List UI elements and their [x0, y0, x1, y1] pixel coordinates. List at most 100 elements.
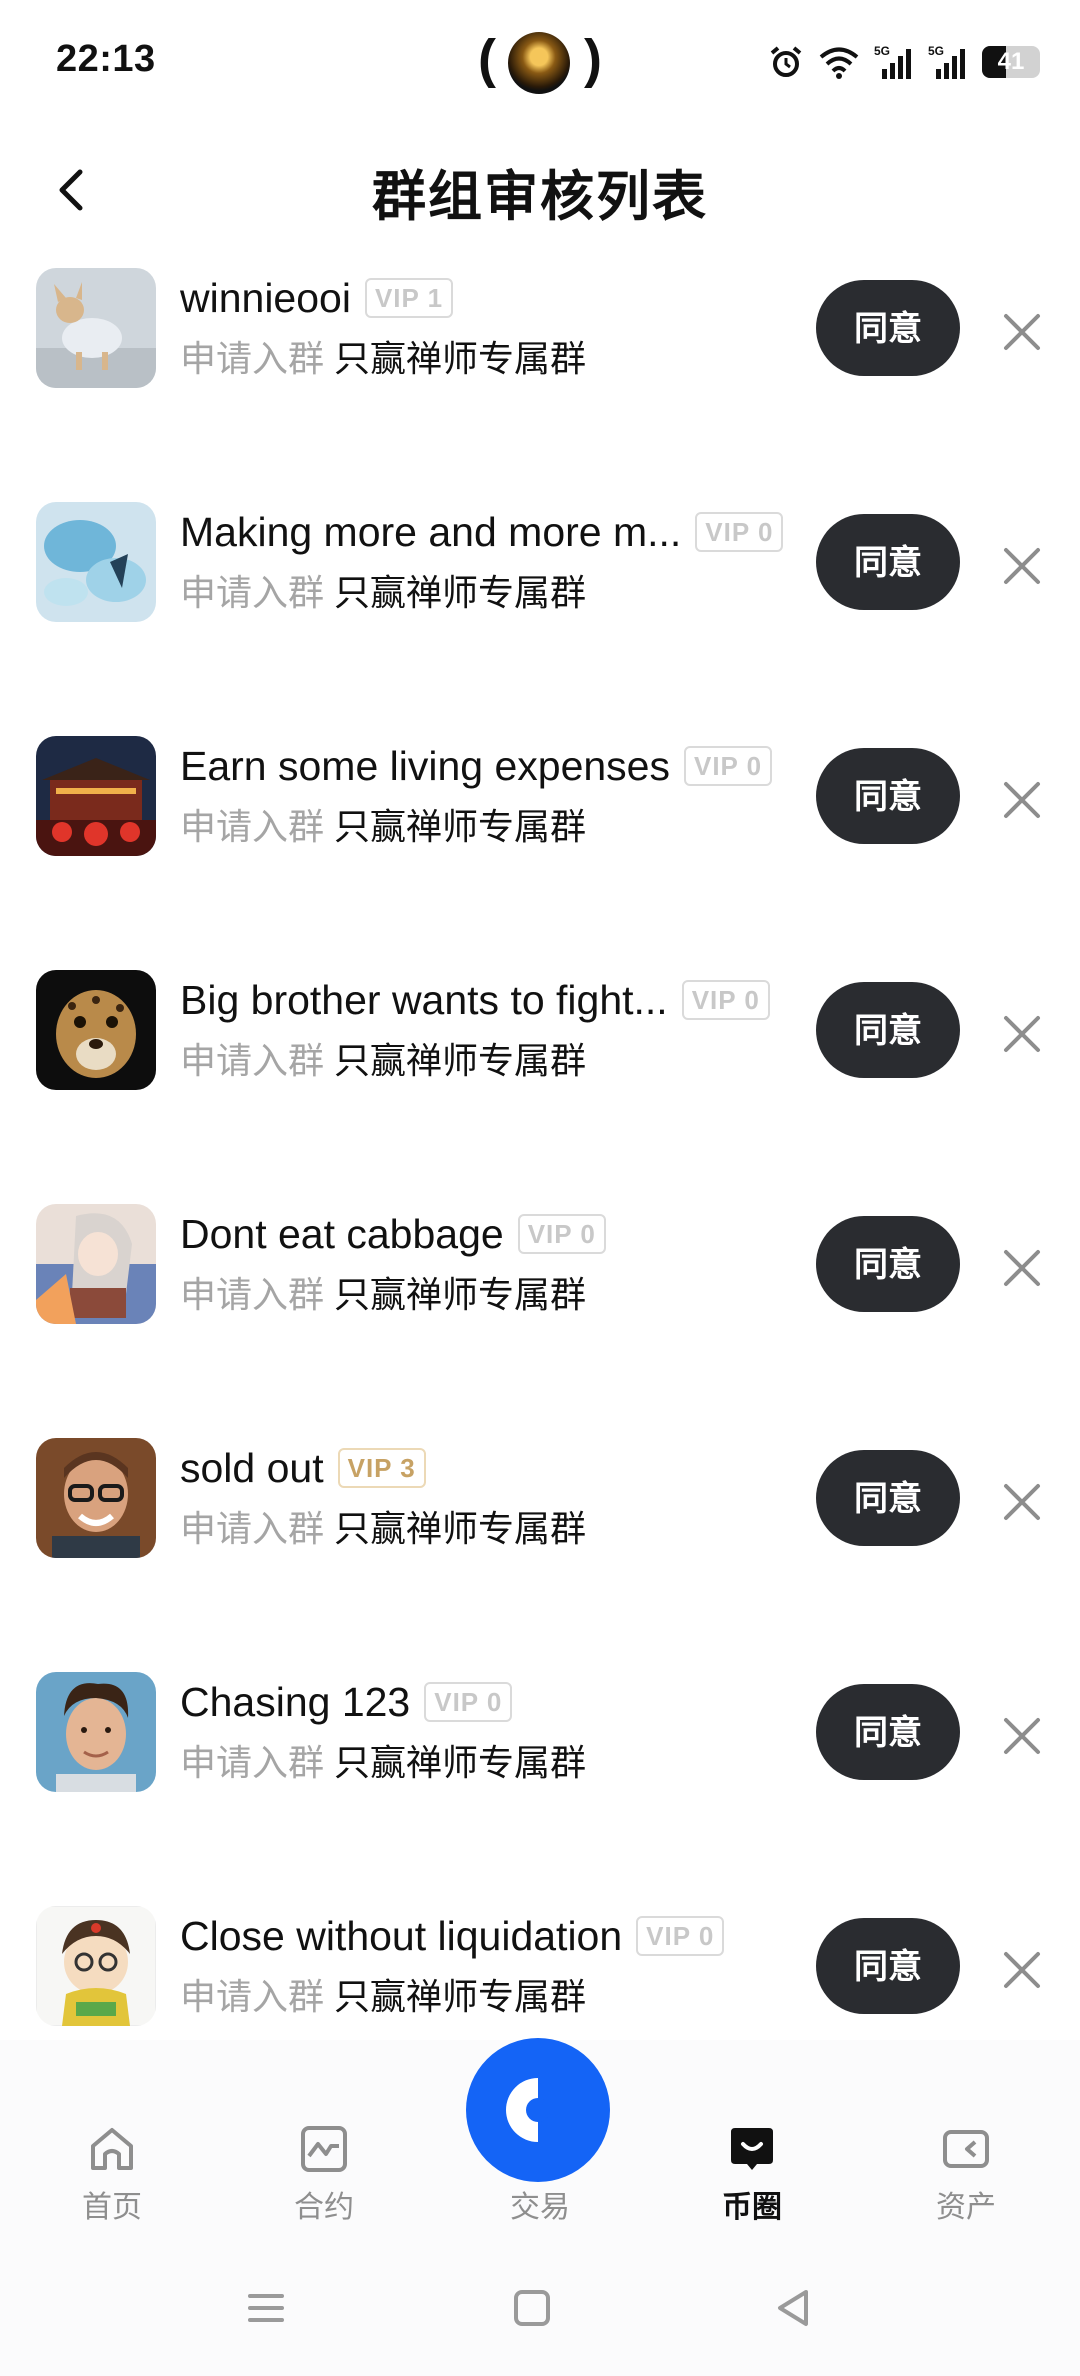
applicant-name[interactable]: sold out [180, 1445, 324, 1492]
reject-close-icon[interactable] [996, 1944, 1048, 1996]
request-info: 申请入群 只赢禅师专属群 [180, 564, 586, 616]
request-info: 申请入群 只赢禅师专属群 [180, 1968, 586, 2020]
list-item: Big brother wants to fight... VIP 0 申请入群… [0, 964, 1080, 1114]
vip-badge: VIP 0 [695, 512, 784, 552]
agree-button[interactable]: 同意 [816, 748, 960, 844]
reject-close-icon[interactable] [996, 306, 1048, 358]
request-info: 申请入群 只赢禅师专属群 [180, 330, 586, 382]
request-label: 申请入群 [180, 572, 325, 613]
home-icon [91, 2128, 133, 2170]
name-line: Close without liquidation VIP 0 [180, 1908, 820, 1964]
request-info: 申请入群 只赢禅师专属群 [180, 1734, 586, 1786]
agree-button[interactable]: 同意 [816, 1450, 960, 1546]
alarm-icon [770, 46, 802, 77]
request-label: 申请入群 [180, 1742, 325, 1783]
home-square-icon[interactable] [508, 2284, 556, 2332]
applicant-name[interactable]: Chasing 123 [180, 1679, 410, 1726]
header: 群组审核列表 [0, 130, 1080, 250]
agree-button[interactable]: 同意 [816, 514, 960, 610]
battery-level: 41 [997, 48, 1025, 75]
reject-close-icon[interactable] [996, 1476, 1048, 1528]
request-info: 申请入群 只赢禅师专属群 [180, 798, 586, 850]
request-label: 申请入群 [180, 806, 325, 847]
name-line: Making more and more m... VIP 0 [180, 504, 820, 560]
svg-text:5G: 5G [928, 44, 944, 58]
tab-home-label: 首页 [82, 2191, 142, 2224]
trade-button[interactable] [466, 2038, 610, 2182]
island-right-paren: ) [584, 29, 602, 89]
list-item: Dont eat cabbage VIP 0 申请入群 只赢禅师专属群 同意 [0, 1198, 1080, 1348]
group-name: 只赢禅师专属群 [334, 1742, 587, 1783]
name-line: Big brother wants to fight... VIP 0 [180, 972, 820, 1028]
reject-close-icon[interactable] [996, 1710, 1048, 1762]
vip-badge: VIP 0 [517, 1214, 606, 1254]
tab-home[interactable]: 首页 [32, 2124, 192, 2234]
tab-contract-label: 合约 [294, 2191, 354, 2224]
media-island[interactable]: ( ) [478, 28, 602, 96]
avatar[interactable] [36, 1438, 156, 1558]
avatar[interactable] [36, 1672, 156, 1792]
avatar[interactable] [36, 736, 156, 856]
vip-badge: VIP 3 [337, 1448, 426, 1488]
group-name: 只赢禅师专属群 [334, 1976, 587, 2017]
system-nav-bar [0, 2240, 1080, 2376]
applicant-name[interactable]: Close without liquidation [180, 1913, 622, 1960]
vip-badge: VIP 1 [364, 278, 454, 318]
agree-button[interactable]: 同意 [816, 1684, 960, 1780]
avatar[interactable] [36, 268, 156, 388]
applicant-name[interactable]: Dont eat cabbage [180, 1211, 504, 1258]
avatar[interactable] [36, 970, 156, 1090]
vip-badge: VIP 0 [424, 1682, 513, 1722]
name-line: Earn some living expenses VIP 0 [180, 738, 820, 794]
name-line: sold out VIP 3 [180, 1440, 820, 1496]
back-triangle-icon[interactable] [770, 2284, 818, 2332]
agree-button[interactable]: 同意 [816, 1216, 960, 1312]
tab-coin-circle[interactable]: 币圈 [672, 2124, 832, 2234]
applicant-name[interactable]: Making more and more m... [180, 509, 681, 556]
request-info: 申请入群 只赢禅师专属群 [180, 1032, 586, 1084]
vip-badge: VIP 0 [683, 746, 773, 786]
chat-bubble-icon [731, 2128, 773, 2170]
group-name: 只赢禅师专属群 [334, 572, 587, 613]
list-item: winnieooi VIP 1 申请入群 只赢禅师专属群 同意 [0, 262, 1080, 412]
name-line: Chasing 123 VIP 0 [180, 1674, 820, 1730]
avatar[interactable] [36, 502, 156, 622]
name-line: winnieooi VIP 1 [180, 270, 820, 326]
avatar[interactable] [36, 1204, 156, 1324]
tab-assets[interactable]: 资产 [886, 2124, 1046, 2234]
page-title: 群组审核列表 [372, 167, 708, 227]
media-artwork [508, 32, 570, 94]
group-name: 只赢禅师专属群 [334, 1274, 587, 1315]
tab-contract[interactable]: 合约 [244, 2124, 404, 2234]
agree-button[interactable]: 同意 [816, 1918, 960, 2014]
vip-badge: VIP 0 [681, 980, 770, 1020]
agree-button[interactable]: 同意 [816, 280, 960, 376]
tab-trade-label: 交易 [510, 2191, 570, 2224]
reject-close-icon[interactable] [996, 540, 1048, 592]
request-info: 申请入群 只赢禅师专属群 [180, 1500, 586, 1552]
request-label: 申请入群 [180, 338, 325, 379]
request-label: 申请入群 [180, 1976, 325, 2017]
reject-close-icon[interactable] [996, 774, 1048, 826]
avatar[interactable] [36, 1906, 156, 2026]
group-name: 只赢禅师专属群 [334, 806, 587, 847]
wallet-icon [943, 2130, 989, 2168]
reject-close-icon[interactable] [996, 1008, 1048, 1060]
applicant-name[interactable]: Earn some living expenses [180, 743, 670, 790]
list-item: sold out VIP 3 申请入群 只赢禅师专属群 同意 [0, 1432, 1080, 1582]
svg-text:5G: 5G [874, 44, 890, 58]
request-label: 申请入群 [180, 1508, 325, 1549]
agree-button[interactable]: 同意 [816, 982, 960, 1078]
reject-close-icon[interactable] [996, 1242, 1048, 1294]
applicant-name[interactable]: winnieooi [180, 275, 351, 322]
battery-icon: 41 [982, 46, 1040, 78]
list-item: Chasing 123 VIP 0 申请入群 只赢禅师专属群 同意 [0, 1666, 1080, 1816]
vip-badge: VIP 0 [636, 1916, 725, 1956]
status-icons: 5G 5G 41 [768, 40, 1040, 84]
request-label: 申请入群 [180, 1040, 325, 1081]
group-name: 只赢禅师专属群 [334, 338, 587, 379]
menu-icon[interactable] [242, 2284, 290, 2332]
group-name: 只赢禅师专属群 [334, 1040, 587, 1081]
chart-icon [301, 2126, 347, 2172]
applicant-name[interactable]: Big brother wants to fight... [180, 977, 668, 1024]
